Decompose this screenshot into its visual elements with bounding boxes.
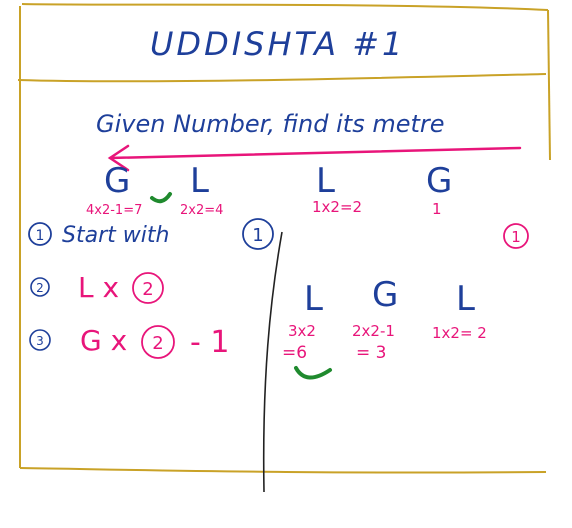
frame-right-line xyxy=(547,9,551,161)
top-symbol-2: L xyxy=(190,161,209,201)
step-1-value: 1 xyxy=(252,225,263,246)
example-calc-1: 3x2 xyxy=(288,322,316,340)
check-mark xyxy=(150,192,172,204)
step-1-number: 1 xyxy=(36,228,45,244)
arrow-shaft xyxy=(108,146,522,160)
example-check-mark xyxy=(294,366,332,380)
example-calc-3: 1x2= 2 xyxy=(432,324,487,342)
example-result-1: =6 xyxy=(282,343,307,363)
step-3-text: G x xyxy=(80,324,127,357)
example-calc-2: 2x2-1 xyxy=(352,322,395,340)
example-result-2: = 3 xyxy=(356,343,386,363)
step-3-number: 3 xyxy=(36,334,44,348)
example-symbol-3: L xyxy=(456,279,475,319)
example-row: L 3x2 =6 G 2x2-1 = 3 L 1x2= 2 xyxy=(282,275,487,380)
example-symbol-1: L xyxy=(304,279,323,319)
frame-top-line xyxy=(21,3,549,11)
whiteboard-canvas: UDDISHTA #1 Given Number, find its metre… xyxy=(17,3,551,493)
step-1-text: Start with xyxy=(62,223,169,248)
step-2-number: 2 xyxy=(36,281,44,295)
left-arrow xyxy=(107,144,522,172)
step-3-tail: - 1 xyxy=(190,325,229,360)
steps-list: 1 Start with 1 2 L x 2 3 G x 2 - 1 xyxy=(28,218,274,360)
top-calc-1: 4x2-1=7 xyxy=(86,203,142,218)
top-calc-4: 1 xyxy=(432,200,442,218)
top-calc-2: 2x2=4 xyxy=(180,203,223,218)
subtitle: Given Number, find its metre xyxy=(96,110,445,138)
page-title: UDDISHTA #1 xyxy=(150,25,405,63)
frame-bottom-line xyxy=(19,467,547,474)
top-calc-3: 1x2=2 xyxy=(312,198,362,216)
step-2-text: L x xyxy=(78,271,119,304)
heading-divider xyxy=(17,73,547,83)
top-symbol-1: G xyxy=(104,161,130,201)
top-symbol-4: G xyxy=(426,161,452,201)
vertical-divider xyxy=(262,231,283,493)
top-symbol-3: L xyxy=(316,161,335,201)
step-3-value: 2 xyxy=(152,333,163,354)
step-2-value: 2 xyxy=(142,279,153,300)
example-marker: 1 xyxy=(511,228,521,246)
example-symbol-2: G xyxy=(372,275,398,315)
top-row: G 4x2-1=7 L 2x2=4 L 1x2=2 G 1 xyxy=(86,161,452,218)
